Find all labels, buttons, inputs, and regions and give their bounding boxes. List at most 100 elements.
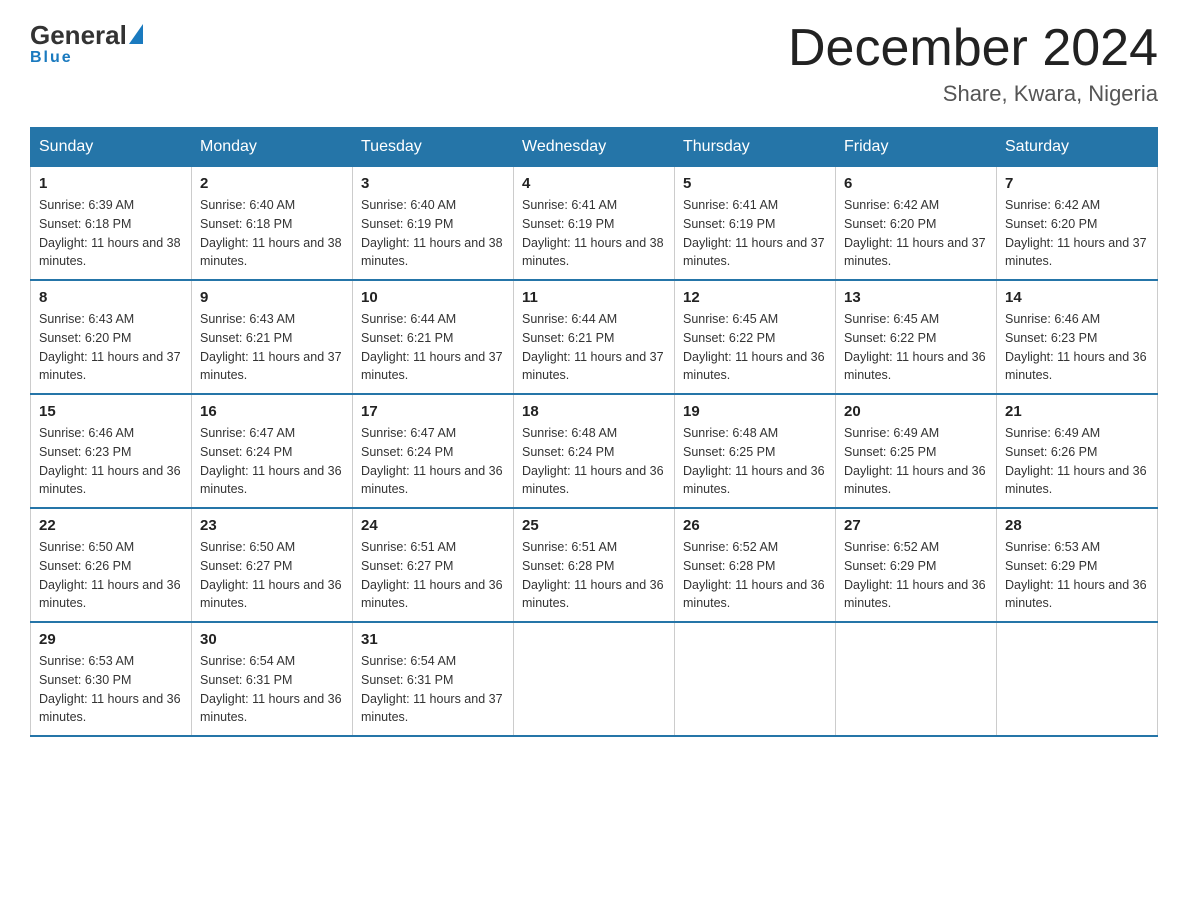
calendar-cell: 8 Sunrise: 6:43 AMSunset: 6:20 PMDaylight… (31, 280, 192, 394)
day-number: 4 (522, 175, 666, 192)
calendar-header-monday: Monday (192, 128, 353, 167)
day-number: 5 (683, 175, 827, 192)
calendar-cell: 10Sunrise: 6:44 AMSunset: 6:21 PMDayligh… (353, 280, 514, 394)
day-info: Sunrise: 6:51 AMSunset: 6:28 PMDaylight:… (522, 538, 666, 613)
logo-triangle-icon (129, 24, 143, 44)
calendar-header-tuesday: Tuesday (353, 128, 514, 167)
calendar-cell: 17 Sunrise: 6:47 AMSunset: 6:24 PMDayligh… (353, 394, 514, 508)
day-info: Sunrise: 6:49 AMSunset: 6:26 PMDaylight:… (1005, 424, 1149, 499)
day-number: 12 (683, 289, 827, 306)
day-number: 8 (39, 289, 183, 306)
day-info: Sunrise: 6:43 AMSunset: 6:20 PMDaylight:… (39, 310, 183, 385)
day-number: 14 (1005, 289, 1149, 306)
day-number: 26 (683, 517, 827, 534)
day-number: 9 (200, 289, 344, 306)
location-title: Share, Kwara, Nigeria (788, 81, 1158, 107)
calendar-cell: 14 Sunrise: 6:46 AMSunset: 6:23 PMDayligh… (997, 280, 1158, 394)
day-number: 30 (200, 631, 344, 648)
day-info: Sunrise: 6:47 AMSunset: 6:24 PMDaylight:… (361, 424, 505, 499)
day-info: Sunrise: 6:54 AMSunset: 6:31 PMDaylight:… (200, 652, 344, 727)
calendar-week-row: 8 Sunrise: 6:43 AMSunset: 6:20 PMDaylight… (31, 280, 1158, 394)
logo: General Blue (30, 20, 143, 67)
calendar-week-row: 15 Sunrise: 6:46 AMSunset: 6:23 PMDayligh… (31, 394, 1158, 508)
day-info: Sunrise: 6:53 AMSunset: 6:29 PMDaylight:… (1005, 538, 1149, 613)
day-number: 19 (683, 403, 827, 420)
day-number: 13 (844, 289, 988, 306)
day-info: Sunrise: 6:47 AMSunset: 6:24 PMDaylight:… (200, 424, 344, 499)
calendar-cell: 7 Sunrise: 6:42 AMSunset: 6:20 PMDaylight… (997, 167, 1158, 281)
calendar-header-wednesday: Wednesday (514, 128, 675, 167)
day-number: 28 (1005, 517, 1149, 534)
day-info: Sunrise: 6:42 AMSunset: 6:20 PMDaylight:… (844, 196, 988, 271)
day-info: Sunrise: 6:46 AMSunset: 6:23 PMDaylight:… (39, 424, 183, 499)
calendar-cell: 19 Sunrise: 6:48 AMSunset: 6:25 PMDayligh… (675, 394, 836, 508)
day-number: 27 (844, 517, 988, 534)
calendar-cell: 18 Sunrise: 6:48 AMSunset: 6:24 PMDayligh… (514, 394, 675, 508)
day-info: Sunrise: 6:40 AMSunset: 6:18 PMDaylight:… (200, 196, 344, 271)
day-number: 20 (844, 403, 988, 420)
day-number: 7 (1005, 175, 1149, 192)
day-number: 3 (361, 175, 505, 192)
calendar-cell: 20 Sunrise: 6:49 AMSunset: 6:25 PMDayligh… (836, 394, 997, 508)
calendar-cell: 3 Sunrise: 6:40 AMSunset: 6:19 PMDaylight… (353, 167, 514, 281)
calendar-cell (836, 622, 997, 736)
day-number: 6 (844, 175, 988, 192)
calendar-cell: 23 Sunrise: 6:50 AMSunset: 6:27 PMDayligh… (192, 508, 353, 622)
day-number: 17 (361, 403, 505, 420)
calendar-header-saturday: Saturday (997, 128, 1158, 167)
calendar-cell (675, 622, 836, 736)
day-number: 10 (361, 289, 505, 306)
calendar-cell: 4 Sunrise: 6:41 AMSunset: 6:19 PMDaylight… (514, 167, 675, 281)
day-number: 23 (200, 517, 344, 534)
calendar-cell (997, 622, 1158, 736)
calendar-header-friday: Friday (836, 128, 997, 167)
title-block: December 2024 Share, Kwara, Nigeria (788, 20, 1158, 107)
calendar-cell: 29 Sunrise: 6:53 AMSunset: 6:30 PMDayligh… (31, 622, 192, 736)
calendar-cell: 12Sunrise: 6:45 AMSunset: 6:22 PMDayligh… (675, 280, 836, 394)
calendar-cell: 25 Sunrise: 6:51 AMSunset: 6:28 PMDayligh… (514, 508, 675, 622)
day-info: Sunrise: 6:51 AMSunset: 6:27 PMDaylight:… (361, 538, 505, 613)
month-title: December 2024 (788, 20, 1158, 77)
calendar-cell: 6 Sunrise: 6:42 AMSunset: 6:20 PMDaylight… (836, 167, 997, 281)
calendar-cell: 13 Sunrise: 6:45 AMSunset: 6:22 PMDayligh… (836, 280, 997, 394)
day-number: 29 (39, 631, 183, 648)
logo-blue-text: Blue (30, 49, 73, 67)
calendar-cell: 31 Sunrise: 6:54 AMSunset: 6:31 PMDayligh… (353, 622, 514, 736)
day-number: 2 (200, 175, 344, 192)
calendar-cell: 28 Sunrise: 6:53 AMSunset: 6:29 PMDayligh… (997, 508, 1158, 622)
day-info: Sunrise: 6:46 AMSunset: 6:23 PMDaylight:… (1005, 310, 1149, 385)
calendar-cell: 22Sunrise: 6:50 AMSunset: 6:26 PMDayligh… (31, 508, 192, 622)
day-number: 31 (361, 631, 505, 648)
day-info: Sunrise: 6:49 AMSunset: 6:25 PMDaylight:… (844, 424, 988, 499)
calendar-table: SundayMondayTuesdayWednesdayThursdayFrid… (30, 127, 1158, 737)
day-info: Sunrise: 6:44 AMSunset: 6:21 PMDaylight:… (522, 310, 666, 385)
day-info: Sunrise: 6:39 AMSunset: 6:18 PMDaylight:… (39, 196, 183, 271)
calendar-cell: 1 Sunrise: 6:39 AMSunset: 6:18 PMDaylight… (31, 167, 192, 281)
day-number: 1 (39, 175, 183, 192)
page-header: General Blue December 2024 Share, Kwara,… (30, 20, 1158, 107)
calendar-cell: 5Sunrise: 6:41 AMSunset: 6:19 PMDaylight… (675, 167, 836, 281)
calendar-cell (514, 622, 675, 736)
day-info: Sunrise: 6:41 AMSunset: 6:19 PMDaylight:… (522, 196, 666, 271)
day-info: Sunrise: 6:40 AMSunset: 6:19 PMDaylight:… (361, 196, 505, 271)
day-number: 18 (522, 403, 666, 420)
day-info: Sunrise: 6:48 AMSunset: 6:25 PMDaylight:… (683, 424, 827, 499)
day-number: 25 (522, 517, 666, 534)
day-info: Sunrise: 6:50 AMSunset: 6:27 PMDaylight:… (200, 538, 344, 613)
day-info: Sunrise: 6:43 AMSunset: 6:21 PMDaylight:… (200, 310, 344, 385)
day-number: 21 (1005, 403, 1149, 420)
day-info: Sunrise: 6:52 AMSunset: 6:28 PMDaylight:… (683, 538, 827, 613)
day-info: Sunrise: 6:42 AMSunset: 6:20 PMDaylight:… (1005, 196, 1149, 271)
calendar-cell: 16Sunrise: 6:47 AMSunset: 6:24 PMDayligh… (192, 394, 353, 508)
logo-general-text: General (30, 20, 127, 51)
calendar-cell: 30 Sunrise: 6:54 AMSunset: 6:31 PMDayligh… (192, 622, 353, 736)
day-info: Sunrise: 6:53 AMSunset: 6:30 PMDaylight:… (39, 652, 183, 727)
day-number: 22 (39, 517, 183, 534)
day-info: Sunrise: 6:48 AMSunset: 6:24 PMDaylight:… (522, 424, 666, 499)
day-number: 15 (39, 403, 183, 420)
calendar-week-row: 1 Sunrise: 6:39 AMSunset: 6:18 PMDaylight… (31, 167, 1158, 281)
day-info: Sunrise: 6:54 AMSunset: 6:31 PMDaylight:… (361, 652, 505, 727)
calendar-week-row: 29 Sunrise: 6:53 AMSunset: 6:30 PMDayligh… (31, 622, 1158, 736)
calendar-cell: 11Sunrise: 6:44 AMSunset: 6:21 PMDayligh… (514, 280, 675, 394)
day-info: Sunrise: 6:45 AMSunset: 6:22 PMDaylight:… (844, 310, 988, 385)
